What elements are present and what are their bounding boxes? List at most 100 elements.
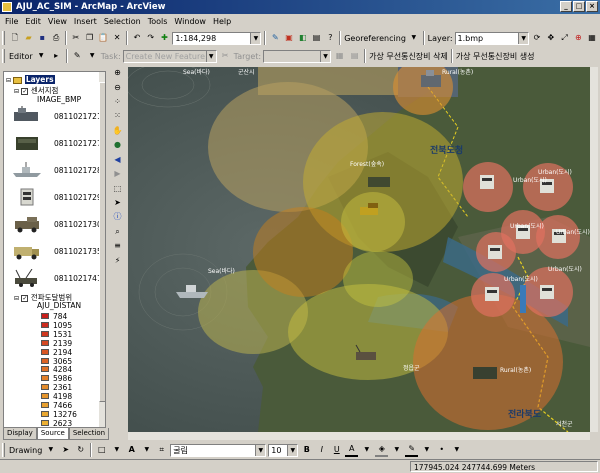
rotate-icon[interactable]: ↻ xyxy=(74,444,87,457)
rectangle-icon[interactable]: □ xyxy=(95,444,108,457)
menu-help[interactable]: Help xyxy=(212,17,232,26)
fixed-zoom-in-icon[interactable]: ⁘ xyxy=(111,96,124,108)
back-icon[interactable]: ◀ xyxy=(111,154,124,166)
shift-icon[interactable]: ✥ xyxy=(545,32,557,45)
sensor-icon[interactable] xyxy=(480,175,494,189)
map-horizontal-scrollbar[interactable] xyxy=(128,432,590,440)
legend-swatch[interactable] xyxy=(41,348,49,355)
edit-vertices-icon[interactable]: ⌗ xyxy=(155,444,168,457)
georeferencing-menu[interactable]: Georeferencing xyxy=(344,34,406,43)
menu-insert[interactable]: Insert xyxy=(73,17,98,26)
menu-view[interactable]: View xyxy=(47,17,68,26)
legend-swatch[interactable] xyxy=(41,402,49,408)
font-name-select[interactable]: 굴림 ▼ xyxy=(170,443,267,457)
menu-file[interactable]: File xyxy=(4,17,19,26)
select-elements-icon[interactable]: ➤ xyxy=(111,197,124,209)
add-data-icon[interactable]: ✚ xyxy=(159,32,171,45)
scrollbar-thumb[interactable] xyxy=(99,82,105,402)
full-extent-icon[interactable]: ● xyxy=(111,139,124,151)
arctoolbox-icon[interactable]: ▣ xyxy=(283,32,295,45)
tab-source[interactable]: Source xyxy=(36,428,69,440)
minimize-button[interactable]: _ xyxy=(560,1,572,12)
chevron-down-icon[interactable]: ▼ xyxy=(110,444,123,457)
close-button[interactable]: × xyxy=(586,1,598,12)
drawing-menu[interactable]: Drawing xyxy=(9,446,42,455)
copy-icon[interactable]: ❐ xyxy=(84,32,96,45)
font-size-select[interactable]: 10 ▼ xyxy=(268,443,299,457)
editor-toolbar-icon[interactable]: ✎ xyxy=(269,32,281,45)
text-icon[interactable]: A xyxy=(125,444,138,457)
legend-swatch[interactable] xyxy=(41,419,49,426)
legend-swatch[interactable] xyxy=(41,313,49,319)
layer-select[interactable]: 1.bmp ▼ xyxy=(454,31,530,45)
chevron-down-icon[interactable]: ▼ xyxy=(408,32,420,45)
layer-visibility-checkbox[interactable]: ✓ xyxy=(21,87,29,95)
italic-button[interactable]: I xyxy=(315,444,328,457)
zoom-in-icon[interactable]: ⊕ xyxy=(111,67,124,79)
legend-swatch[interactable] xyxy=(41,410,49,417)
fixed-zoom-out-icon[interactable]: ⁙ xyxy=(111,110,124,122)
maximize-button[interactable]: □ xyxy=(573,1,585,12)
python-icon[interactable]: ◧ xyxy=(297,32,309,45)
sensor-icon[interactable] xyxy=(473,367,497,379)
identify-icon[interactable]: ⓘ xyxy=(111,211,124,223)
select-elements-icon[interactable]: ➤ xyxy=(59,444,72,457)
chevron-down-icon[interactable]: ▼ xyxy=(420,444,433,457)
tab-selection[interactable]: Selection xyxy=(68,428,110,440)
link-table-icon[interactable]: ▦ xyxy=(586,32,598,45)
chevron-down-icon[interactable]: ▼ xyxy=(450,444,463,457)
scale-icon[interactable]: ⤢ xyxy=(559,32,571,45)
sensor-icon[interactable] xyxy=(368,177,390,187)
legend-swatch[interactable] xyxy=(41,366,49,373)
map-scale-input[interactable]: 1:184,298 ▼ xyxy=(172,31,262,45)
map-vertical-scrollbar[interactable] xyxy=(590,67,598,432)
sketch-tool-icon[interactable]: ✎ xyxy=(71,50,84,63)
menu-tools[interactable]: Tools xyxy=(147,17,169,26)
measure-icon[interactable]: ≡ xyxy=(111,240,124,252)
cut-icon[interactable]: ✂ xyxy=(70,32,82,45)
model-icon[interactable]: ▤ xyxy=(311,32,323,45)
create-virtual-radio-button[interactable]: 가상 무선통신장비 생성 xyxy=(456,51,535,62)
font-color-icon[interactable]: A xyxy=(345,444,359,457)
toc-scrollbar[interactable] xyxy=(99,72,105,427)
line-color-icon[interactable]: ✎ xyxy=(405,444,419,457)
delete-virtual-radio-button[interactable]: 가상 무선통신장비 삭제 xyxy=(369,51,448,62)
help-icon[interactable]: ? xyxy=(324,32,336,45)
map-view[interactable]: 군산시 전북도청 정읍군 서천군 전라북도 Sea(바다) Rural(농촌) … xyxy=(128,67,590,432)
chevron-down-icon[interactable]: ▼ xyxy=(44,444,57,457)
menu-selection[interactable]: Selection xyxy=(103,17,142,26)
chevron-down-icon[interactable]: ▼ xyxy=(140,444,153,457)
layer-visibility-checkbox[interactable]: ✓ xyxy=(21,294,29,302)
chevron-down-icon[interactable]: ▼ xyxy=(86,50,99,63)
print-icon[interactable]: ⎙ xyxy=(50,32,62,45)
pan-icon[interactable]: ✋ xyxy=(111,125,124,137)
bold-button[interactable]: B xyxy=(300,444,313,457)
rotate-icon[interactable]: ⟳ xyxy=(531,32,543,45)
forward-icon[interactable]: ▶ xyxy=(111,168,124,180)
target-select[interactable]: ▼ xyxy=(263,49,332,63)
find-icon[interactable]: ⌕ xyxy=(111,226,124,238)
sensor-icon[interactable] xyxy=(488,245,502,259)
add-control-points-icon[interactable]: ⊕ xyxy=(572,32,584,45)
legend-swatch[interactable] xyxy=(41,393,49,400)
menu-edit[interactable]: Edit xyxy=(24,17,42,26)
chevron-down-icon[interactable]: ▼ xyxy=(360,444,373,457)
legend-swatch[interactable] xyxy=(41,357,49,364)
sensor-icon[interactable] xyxy=(540,285,554,299)
new-icon[interactable]: 🗋 xyxy=(9,32,21,45)
legend-swatch[interactable] xyxy=(41,339,49,346)
underline-button[interactable]: U xyxy=(330,444,343,457)
undo-icon[interactable]: ↶ xyxy=(131,32,143,45)
tab-display[interactable]: Display xyxy=(3,428,37,440)
paste-icon[interactable]: 📋 xyxy=(98,32,110,45)
fill-color-icon[interactable]: ◈ xyxy=(375,444,389,457)
zoom-out-icon[interactable]: ⊖ xyxy=(111,81,124,93)
menu-window[interactable]: Window xyxy=(173,17,207,26)
save-icon[interactable]: ▪ xyxy=(36,32,48,45)
legend-swatch[interactable] xyxy=(41,375,49,382)
select-features-icon[interactable]: ⬚ xyxy=(111,182,124,194)
layers-root[interactable]: ⊟ Layers xyxy=(6,75,55,84)
editor-menu[interactable]: Editor xyxy=(9,52,33,61)
legend-swatch[interactable] xyxy=(41,321,49,328)
legend-swatch[interactable] xyxy=(41,384,49,391)
